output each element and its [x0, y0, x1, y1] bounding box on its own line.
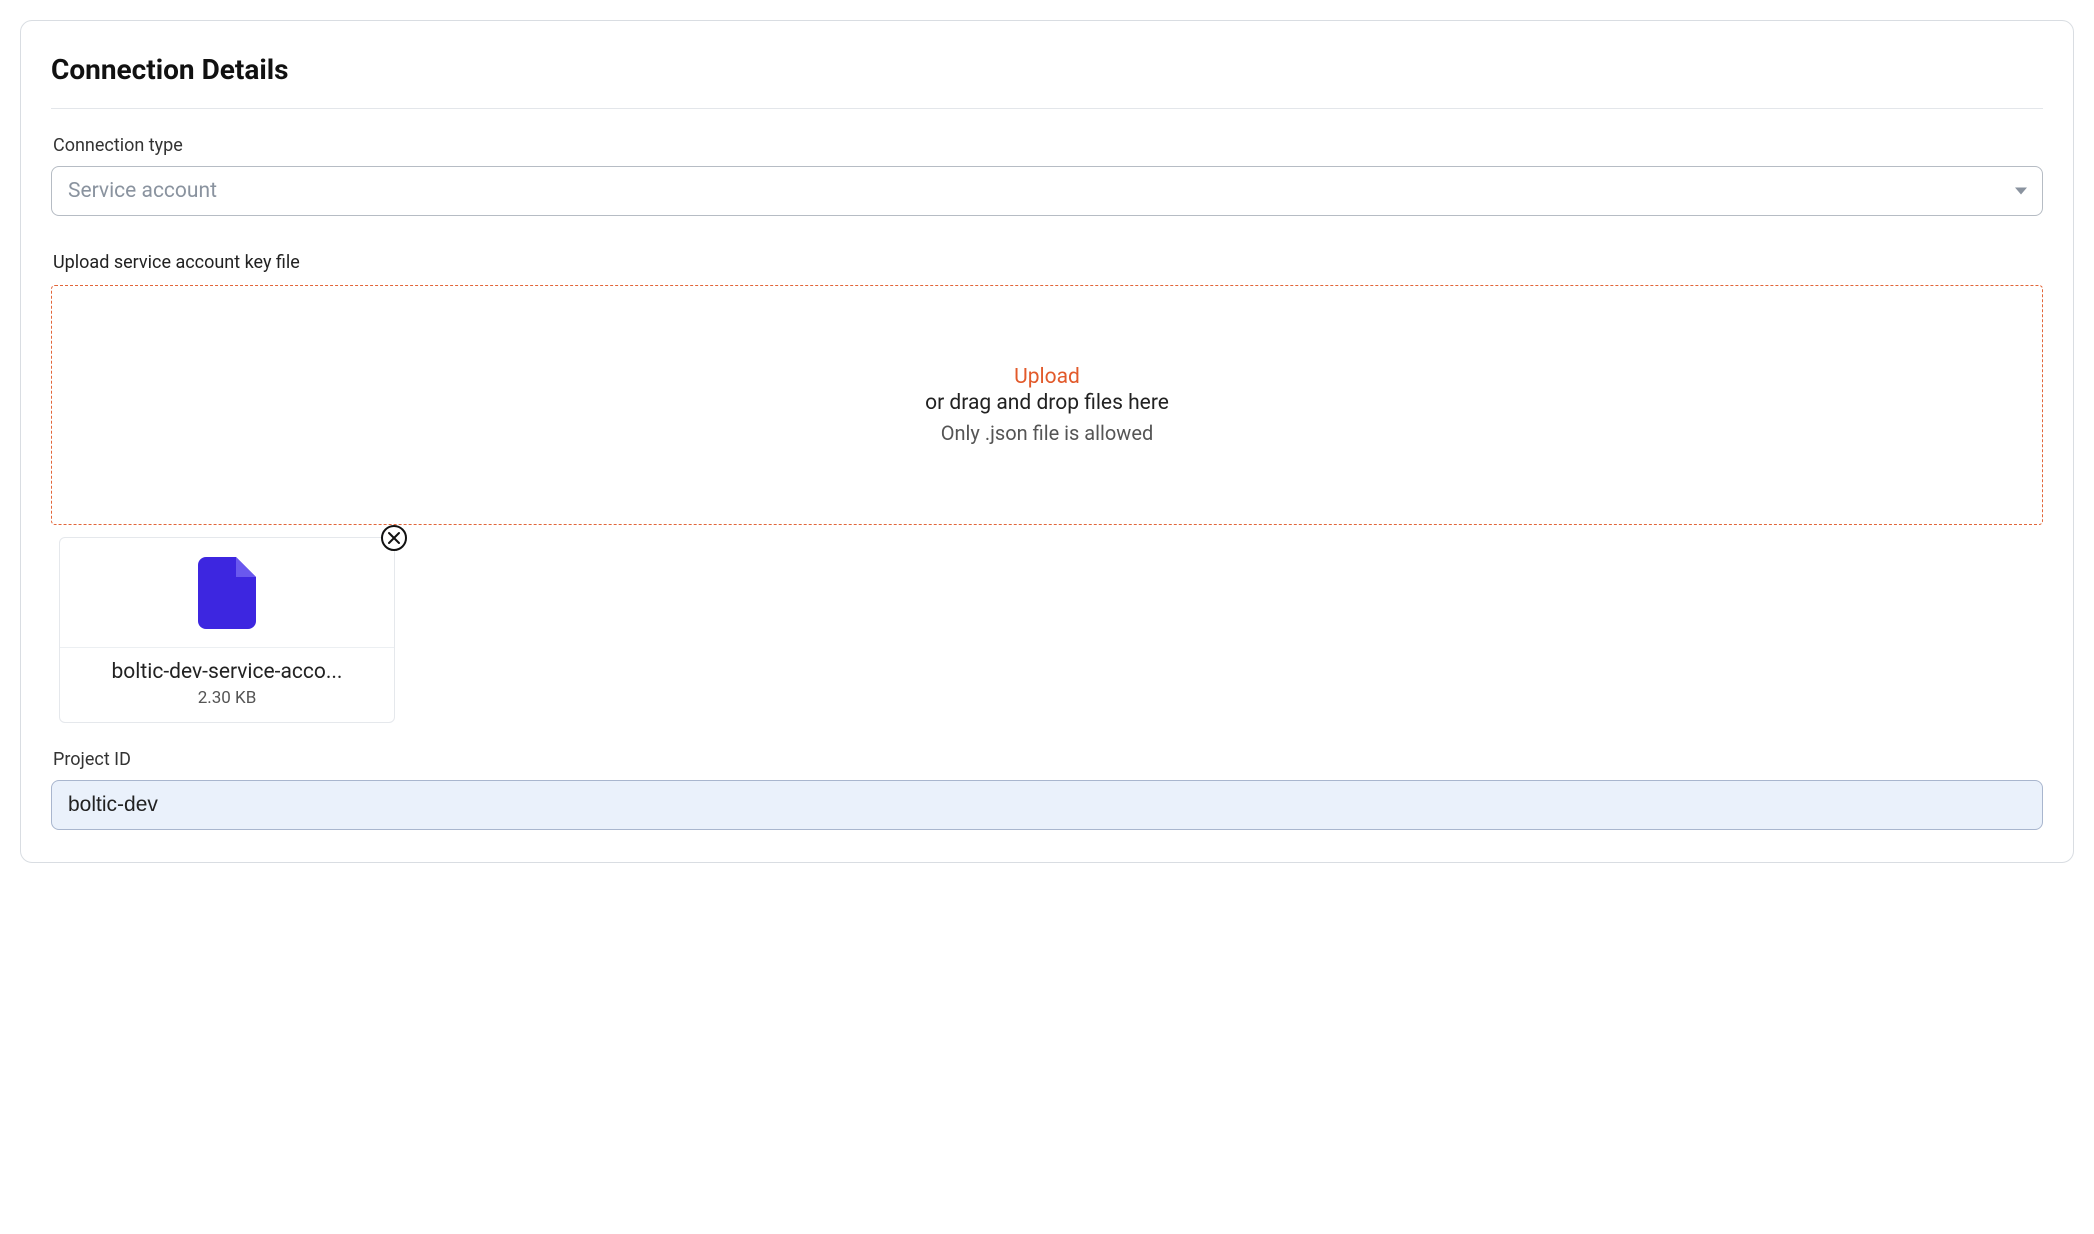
uploaded-file-size: 2.30 KB — [70, 688, 384, 708]
file-icon — [198, 557, 256, 629]
upload-dropzone[interactable]: Upload or drag and drop files here Only … — [51, 285, 2043, 525]
dropzone-text: Upload or drag and drop files here — [925, 365, 1169, 415]
upload-link[interactable]: Upload — [925, 365, 1169, 389]
connection-type-label: Connection type — [53, 135, 2043, 156]
dropzone-hint: Only .json file is allowed — [941, 421, 1153, 445]
remove-file-button[interactable] — [381, 525, 407, 551]
uploaded-file-card: boltic-dev-service-acco... 2.30 KB — [59, 537, 395, 723]
chevron-down-icon — [2015, 188, 2027, 195]
close-icon — [387, 531, 401, 545]
connection-type-value: Service account — [68, 179, 217, 203]
uploaded-file-name: boltic-dev-service-acco... — [70, 660, 384, 684]
project-id-input[interactable] — [51, 780, 2043, 830]
connection-type-select[interactable]: Service account — [51, 166, 2043, 216]
section-title: Connection Details — [51, 53, 2043, 86]
connection-details-card: Connection Details Connection type Servi… — [20, 20, 2074, 863]
upload-label: Upload service account key file — [53, 252, 2043, 273]
project-id-label: Project ID — [53, 749, 2043, 770]
dropzone-subtext: or drag and drop files here — [925, 391, 1169, 415]
divider — [51, 108, 2043, 109]
